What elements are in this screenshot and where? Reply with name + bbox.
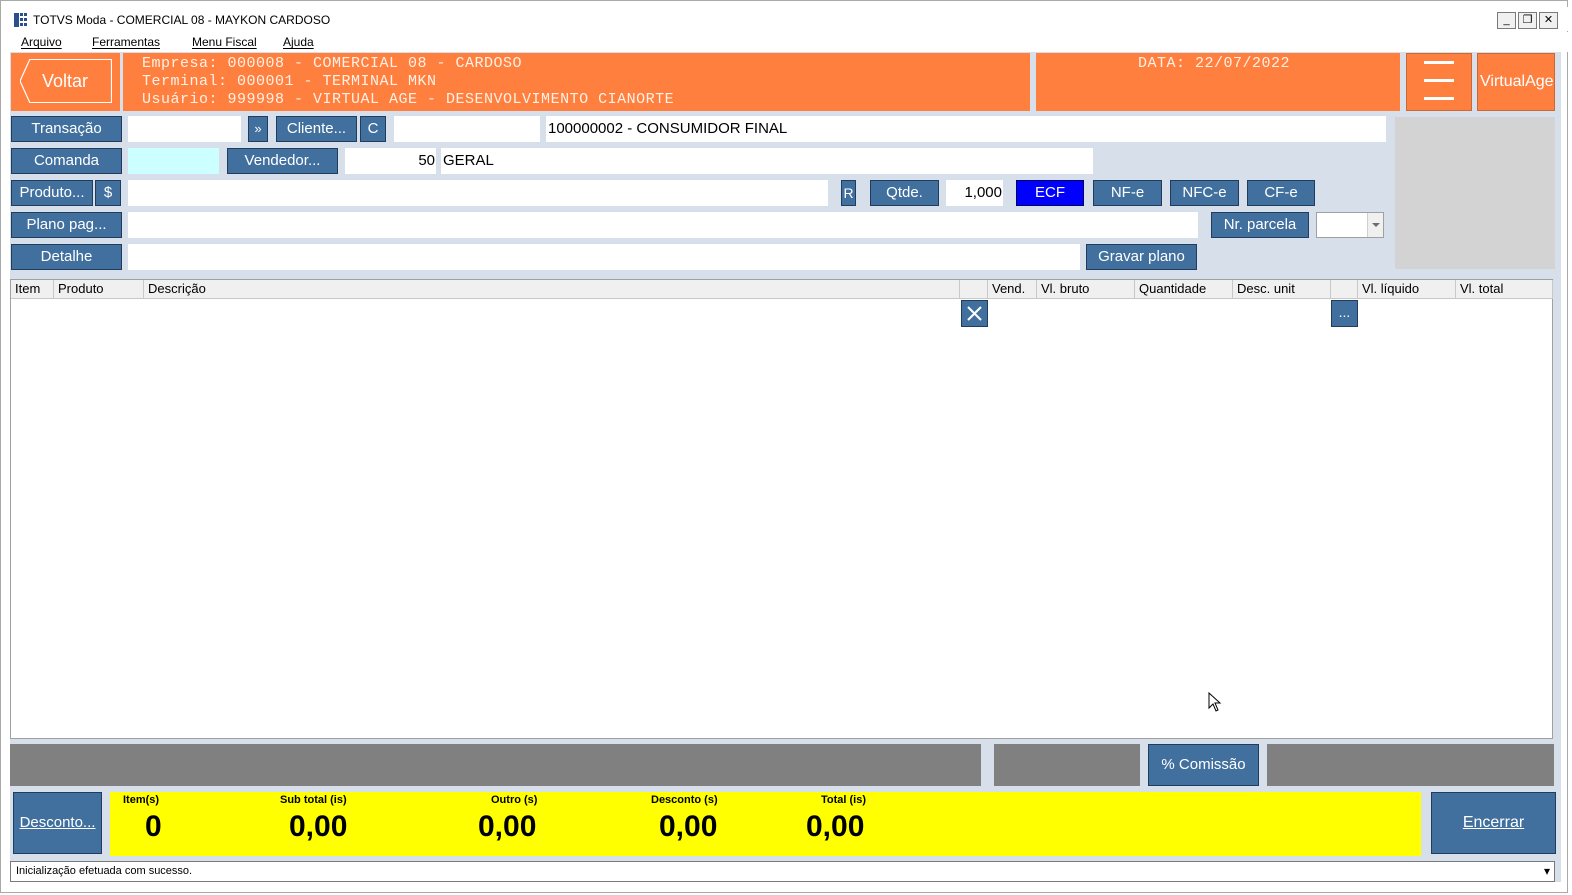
info-bar-right [1267,744,1554,786]
close-icon [967,306,982,321]
vendedor-name-field: GERAL [441,148,1093,174]
nfce-button[interactable]: NFC-e [1170,180,1239,206]
ecf-button[interactable]: ECF [1016,180,1084,206]
side-panel [1395,117,1555,269]
empresa-text: Empresa: 000008 - COMERCIAL 08 - CARDOSO [142,55,523,72]
items-label: Item(s) [123,794,160,806]
detalhe-input[interactable] [128,244,1080,270]
qtde-button[interactable]: Qtde. [870,180,939,206]
plano-pag-input[interactable] [128,212,1198,238]
cfe-button[interactable]: CF-e [1247,180,1315,206]
produto-input[interactable] [128,180,828,206]
produto-button[interactable]: Produto... [11,180,93,206]
items-grid[interactable]: Item Produto Descrição Vend. Vl. bruto Q… [10,279,1553,739]
usuario-text: Usuário: 999998 - VIRTUAL AGE - DESENVOL… [142,91,675,108]
status-message: Inicialização efetuada com sucesso. [16,865,193,877]
app-window: TOTVS Moda - COMERCIAL 08 - MAYKON CARDO… [0,0,1569,893]
desconto-total-value: 0,00 [659,810,718,843]
maximize-button[interactable]: ❐ [1518,12,1537,29]
info-bar-middle [994,744,1140,786]
menu-arquivo[interactable]: Arquivo [21,35,62,49]
col-more[interactable] [1331,280,1358,299]
plano-pag-button[interactable]: Plano pag... [11,212,122,238]
col-item[interactable]: Item [11,280,54,299]
next-transacao-button[interactable]: » [248,116,268,142]
col-descricao[interactable]: Descrição [144,280,960,299]
brand-label: VirtualAge [1480,73,1554,90]
r-button[interactable]: R [841,180,856,206]
date-text: DATA: 22/07/2022 [1138,55,1291,72]
comanda-button[interactable]: Comanda [11,148,122,174]
outro-value: 0,00 [478,810,537,843]
menu-ajuda[interactable]: Ajuda [283,35,314,49]
col-produto[interactable]: Produto [54,280,144,299]
terminal-text: Terminal: 000001 - TERMINAL MKN [142,73,437,90]
nr-parcela-button[interactable]: Nr. parcela [1211,212,1309,238]
transacao-button[interactable]: Transação [11,116,122,142]
encerrar-button[interactable]: Encerrar [1431,792,1556,854]
hamburger-icon [1424,61,1454,100]
info-bar-left [10,744,981,786]
cliente-code-input[interactable] [394,116,540,142]
col-vend[interactable]: Vend. [988,280,1037,299]
menu-ferramentas[interactable]: Ferramentas [92,35,160,49]
total-label: Total (is) [821,794,867,806]
col-vl-liquido[interactable]: Vl. líquido [1358,280,1456,299]
transacao-input[interactable] [128,116,241,142]
menu-bar: Arquivo Ferramentas Menu Fiscal Ajuda [1,32,1569,52]
title-bar: TOTVS Moda - COMERCIAL 08 - MAYKON CARDO… [1,7,1569,31]
col-quantidade[interactable]: Quantidade [1135,280,1233,299]
date-panel: DATA: 22/07/2022 [1036,53,1400,111]
comanda-input[interactable] [128,148,219,174]
col-vl-bruto[interactable]: Vl. bruto [1037,280,1135,299]
menu-fiscal[interactable]: Menu Fiscal [192,35,257,49]
col-vl-total[interactable]: Vl. total [1456,280,1553,299]
detalhe-button[interactable]: Detalhe [11,244,122,270]
price-button[interactable]: $ [95,180,121,206]
more-options-button[interactable]: ... [1331,300,1358,327]
subtotal-value: 0,00 [289,810,348,843]
session-info: Empresa: 000008 - COMERCIAL 08 - CARDOSO… [123,53,1030,111]
virtualage-button[interactable]: VirtualAge [1477,53,1555,111]
col-delete[interactable] [960,280,988,299]
mouse-cursor-icon [1208,692,1222,712]
total-value: 0,00 [806,810,865,843]
status-dropdown-icon[interactable]: ▾ [1544,862,1550,881]
nfe-button[interactable]: NF-e [1093,180,1162,206]
outro-label: Outro (s) [491,794,538,806]
menu-button[interactable] [1406,53,1472,111]
subtotal-label: Sub total (is) [280,794,347,806]
items-value: 0 [145,810,162,843]
vendedor-button[interactable]: Vendedor... [227,148,338,174]
qtde-input[interactable]: 1,000 [946,180,1003,206]
dropdown-arrow-icon [1367,213,1383,237]
totals-panel: Item(s) 0 Sub total (is) 0,00 Outro (s) … [110,792,1421,856]
back-panel: Voltar [11,53,120,111]
comissao-button[interactable]: % Comissão [1148,744,1259,786]
status-bar: Inicialização efetuada com sucesso. ▾ [10,861,1555,882]
close-button[interactable]: ✕ [1539,12,1558,29]
cliente-name-field: 100000002 - CONSUMIDOR FINAL [546,116,1386,142]
gravar-plano-button[interactable]: Gravar plano [1086,244,1197,270]
desconto-button[interactable]: Desconto... [13,792,102,854]
cliente-button[interactable]: Cliente... [276,116,357,142]
vendedor-code-input[interactable]: 50 [345,148,436,174]
back-label: Voltar [42,71,89,91]
delete-row-button[interactable] [961,300,988,327]
app-icon [14,13,27,27]
minimize-button[interactable]: _ [1497,12,1516,29]
desconto-total-label: Desconto (s) [651,794,718,806]
col-desc-unit[interactable]: Desc. unit [1233,280,1331,299]
window-title: TOTVS Moda - COMERCIAL 08 - MAYKON CARDO… [33,13,331,27]
nr-parcela-select[interactable] [1316,212,1384,238]
cliente-c-button[interactable]: C [360,116,386,142]
